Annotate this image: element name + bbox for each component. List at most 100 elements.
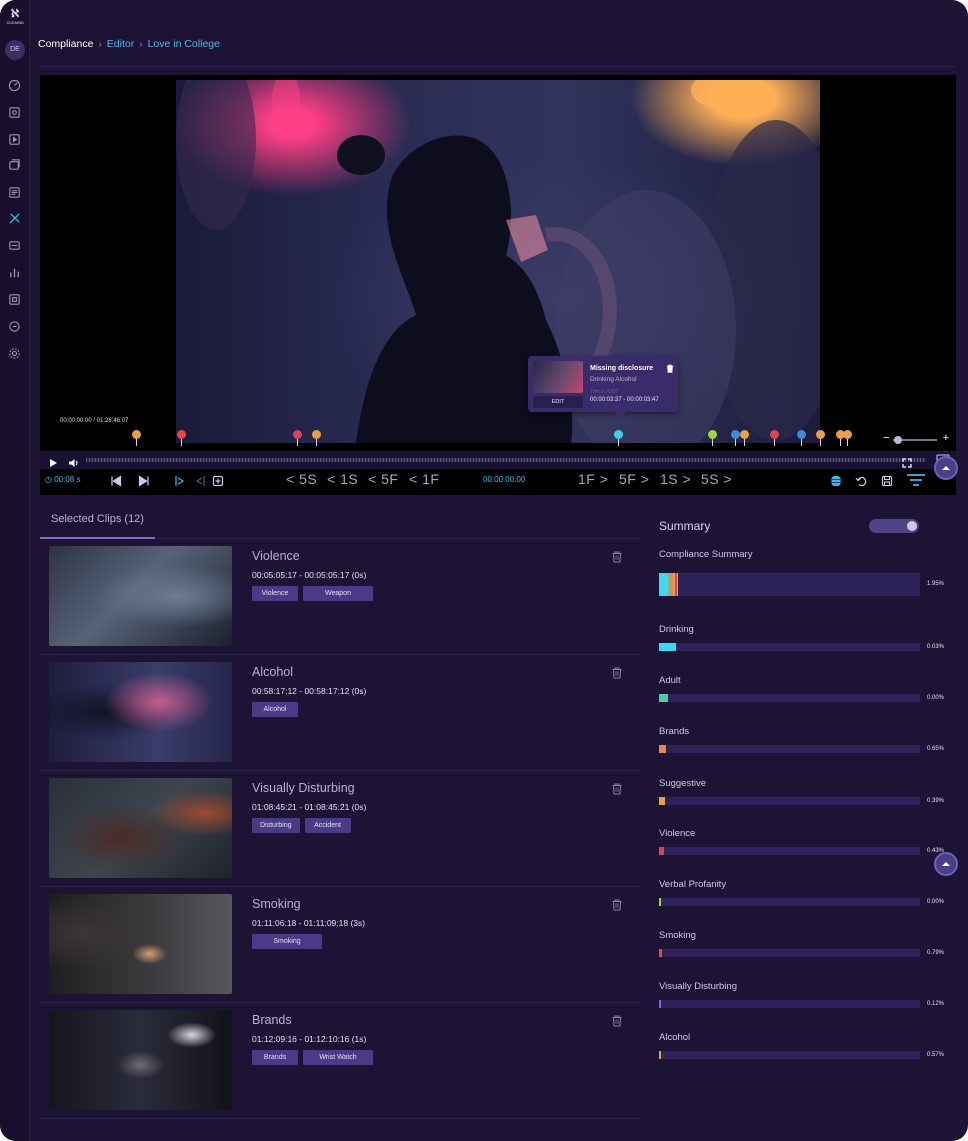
timeline-marker-pin[interactable]: [731, 430, 740, 446]
timeline-marker-pin[interactable]: [708, 430, 717, 446]
clip-thumbnail[interactable]: [49, 894, 232, 994]
timeline-marker-pin[interactable]: [843, 430, 852, 446]
breadcrumb-title[interactable]: Love in College: [148, 38, 220, 50]
breadcrumb-editor[interactable]: Editor: [107, 38, 134, 50]
tag[interactable]: Wrist Watch: [303, 1050, 373, 1065]
marker-head[interactable]: [614, 430, 623, 439]
chat-icon[interactable]: [8, 320, 21, 333]
reports-icon[interactable]: [8, 186, 21, 199]
marker-tooltip[interactable]: EDIT Missing disclosure Drinking Alcohol…: [528, 356, 678, 418]
clip-thumbnail[interactable]: [49, 546, 232, 646]
tooltip-time-range: 00:00:03:37 - 00:00:03:47: [590, 397, 659, 403]
breadcrumb-compliance[interactable]: Compliance: [38, 38, 93, 50]
zoom-out-icon[interactable]: −: [883, 432, 889, 444]
tag[interactable]: Violence: [252, 586, 298, 601]
library-icon[interactable]: [8, 158, 21, 171]
forward-5-seconds-button[interactable]: 5S >: [701, 471, 732, 487]
filter-icon[interactable]: [906, 473, 926, 487]
zoom-in-icon[interactable]: +: [943, 432, 949, 444]
timeline-marker-pin[interactable]: [293, 430, 302, 446]
timeline-marker-pin[interactable]: [797, 430, 806, 446]
database-icon[interactable]: [830, 474, 842, 486]
marker-head[interactable]: [132, 430, 141, 439]
forward-1-second-button[interactable]: 1S >: [660, 471, 691, 487]
volume-icon[interactable]: [68, 455, 80, 467]
search-doc-icon[interactable]: [8, 106, 21, 119]
timeline-marker-pin[interactable]: [816, 430, 825, 446]
timeline-marker-pin[interactable]: [177, 430, 186, 446]
editor-tools-icon[interactable]: [8, 212, 21, 225]
video-frame[interactable]: [176, 80, 820, 443]
clip-thumbnail[interactable]: [49, 662, 232, 762]
marker-head[interactable]: [843, 430, 852, 439]
marker-head[interactable]: [177, 430, 186, 439]
tag[interactable]: Weapon: [303, 586, 373, 601]
timeline-marker-pin[interactable]: [770, 430, 779, 446]
tooltip-edit-button[interactable]: EDIT: [533, 396, 583, 408]
fullscreen-icon[interactable]: [902, 455, 912, 468]
marker-head[interactable]: [797, 430, 806, 439]
trash-icon[interactable]: [612, 550, 622, 563]
tab-selected-clips[interactable]: Selected Clips (12): [40, 505, 155, 539]
clip-item[interactable]: Brands 01:12:09:16 - 01:12:10:16 (1s) Br…: [40, 1003, 642, 1119]
marker-head[interactable]: [770, 430, 779, 439]
timeline-zoom[interactable]: − +: [883, 432, 949, 445]
category-percent: 0.57%: [927, 1052, 945, 1058]
mark-out-icon[interactable]: [194, 474, 206, 486]
analytics-icon[interactable]: [8, 266, 21, 279]
forward-1-frame-button[interactable]: 1F >: [578, 471, 608, 487]
clip-item[interactable]: Violence 00:05:05:17 - 00:05:05:17 (0s) …: [40, 539, 642, 655]
trash-icon[interactable]: [612, 666, 622, 679]
marker-head[interactable]: [816, 430, 825, 439]
marker-head[interactable]: [708, 430, 717, 439]
clip-thumbnail[interactable]: [49, 778, 232, 878]
play-icon[interactable]: [48, 455, 58, 467]
video-icon[interactable]: [8, 133, 21, 146]
back-1-frame-button[interactable]: < 1F: [409, 471, 439, 487]
add-clip-icon[interactable]: [212, 474, 224, 487]
marker-head[interactable]: [731, 430, 740, 439]
scan-icon[interactable]: [8, 293, 21, 306]
marker-head[interactable]: [312, 430, 321, 439]
captions-icon[interactable]: [8, 239, 21, 252]
back-1-second-button[interactable]: < 1S: [327, 471, 358, 487]
skip-forward-icon[interactable]: [138, 474, 150, 487]
timeline-marker-pin[interactable]: [740, 430, 749, 446]
marker-head[interactable]: [740, 430, 749, 439]
back-5-frames-button[interactable]: < 5F: [368, 471, 398, 487]
tag[interactable]: Smoking: [252, 934, 322, 949]
zoom-knob[interactable]: [894, 436, 902, 444]
compliance-summary-label: Compliance Summary: [659, 549, 753, 560]
timeline-marker-pin[interactable]: [312, 430, 321, 446]
clip-item[interactable]: Smoking 01:11:06:18 - 01:11:09:18 (3s) S…: [40, 887, 642, 1003]
timeline-marker-pin[interactable]: [132, 430, 141, 446]
marker-head[interactable]: [293, 430, 302, 439]
trash-icon[interactable]: [612, 1014, 622, 1027]
avatar[interactable]: DE: [5, 40, 25, 60]
dashboard-icon[interactable]: [8, 79, 21, 92]
trash-icon[interactable]: [612, 782, 622, 795]
back-5-seconds-button[interactable]: < 5S: [286, 471, 317, 487]
mark-in-icon[interactable]: [174, 474, 186, 486]
skip-back-icon[interactable]: [110, 474, 122, 487]
app-logo[interactable]: ℵ CLEARAI: [5, 9, 25, 27]
clip-thumbnail[interactable]: [49, 1010, 232, 1110]
save-icon[interactable]: [881, 474, 893, 487]
tag[interactable]: Accident: [304, 818, 351, 833]
forward-5-frames-button[interactable]: 5F >: [619, 471, 649, 487]
tag[interactable]: Disturbing: [252, 818, 300, 833]
toggle-knob[interactable]: [907, 521, 917, 531]
undo-icon[interactable]: [855, 474, 867, 487]
settings-gear-icon[interactable]: [8, 347, 21, 360]
tag[interactable]: Brands: [252, 1050, 298, 1065]
tag[interactable]: Alcohol: [252, 702, 298, 717]
summary-toggle[interactable]: [869, 519, 919, 533]
clip-item[interactable]: Alcohol 00:58:17:12 - 00:58:17:12 (0s) A…: [40, 655, 642, 771]
clip-title: Alcohol: [252, 665, 293, 679]
category-percent: 0.39%: [927, 798, 945, 804]
trash-icon[interactable]: [666, 360, 674, 373]
timeline-marker-pin[interactable]: [614, 430, 623, 446]
trash-icon[interactable]: [612, 898, 622, 911]
scrub-bar[interactable]: [86, 458, 926, 462]
clip-item[interactable]: Visually Disturbing 01:08:45:21 - 01:08:…: [40, 771, 642, 887]
